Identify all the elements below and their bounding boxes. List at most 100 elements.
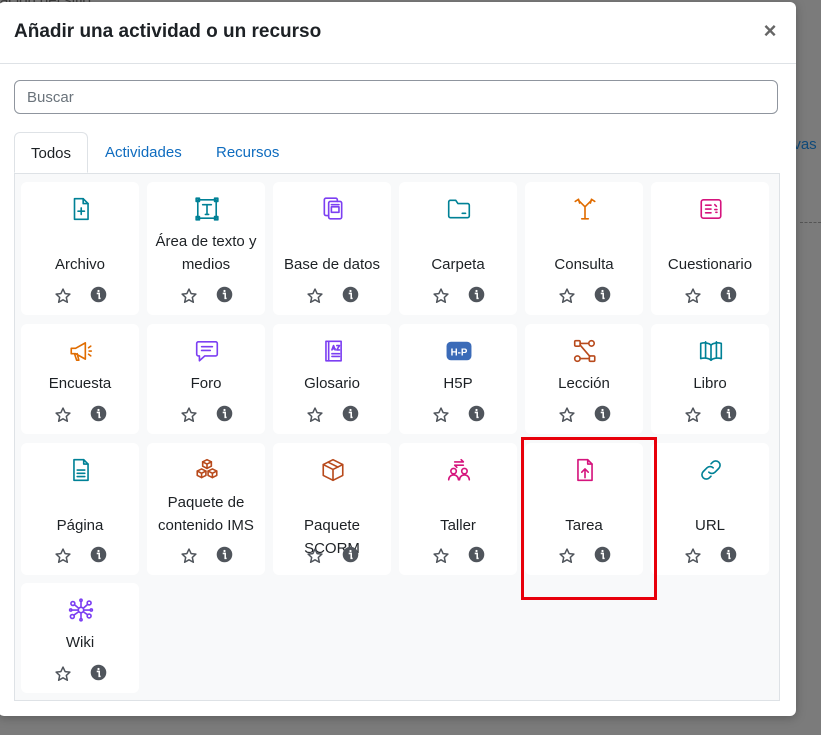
info-icon[interactable] <box>720 286 737 303</box>
info-icon[interactable] <box>594 286 611 303</box>
database-icon <box>320 196 346 222</box>
info-icon[interactable] <box>90 405 107 422</box>
workshop-icon <box>446 457 472 483</box>
activity-label: Foro <box>190 375 222 392</box>
tab-actividades[interactable]: Actividades <box>89 132 198 173</box>
star-icon[interactable] <box>54 547 72 565</box>
quiz-icon <box>698 196 724 222</box>
activity-card-consulta[interactable]: Consulta <box>525 182 643 315</box>
star-icon[interactable] <box>54 287 72 305</box>
info-icon[interactable] <box>342 286 359 303</box>
star-icon[interactable] <box>54 665 72 683</box>
activity-label: Archivo <box>54 256 106 273</box>
activity-card-archivo[interactable]: Archivo <box>21 182 139 315</box>
activity-card-url[interactable]: URL <box>651 443 769 575</box>
info-icon[interactable] <box>90 664 107 681</box>
close-button[interactable]: × <box>760 20 780 42</box>
page-icon <box>68 457 94 483</box>
info-icon[interactable] <box>216 405 233 422</box>
info-icon[interactable] <box>720 405 737 422</box>
modal-header: Añadir una actividad o un recurso × <box>0 2 796 64</box>
star-icon[interactable] <box>558 406 576 424</box>
activity-label: Encuesta <box>48 375 112 392</box>
info-icon[interactable] <box>594 405 611 422</box>
star-icon[interactable] <box>684 287 702 305</box>
book-icon <box>698 338 724 364</box>
activity-card-libro[interactable]: Libro <box>651 324 769 434</box>
search-input[interactable] <box>14 80 778 114</box>
info-icon[interactable] <box>342 405 359 422</box>
info-icon[interactable] <box>468 546 485 563</box>
activity-card-área-de-texto-y-medios[interactable]: Área de texto y medios <box>147 182 265 315</box>
activity-label: URL <box>694 517 725 534</box>
choice-icon <box>572 196 598 222</box>
star-icon[interactable] <box>306 406 324 424</box>
h5p-icon: H-P <box>446 338 472 364</box>
info-icon[interactable] <box>216 546 233 563</box>
info-icon[interactable] <box>720 546 737 563</box>
activity-label: Taller <box>440 517 476 534</box>
info-icon[interactable] <box>90 286 107 303</box>
activity-card-base-de-datos[interactable]: Base de datos <box>273 182 391 315</box>
star-icon[interactable] <box>306 547 324 565</box>
activity-chooser-modal: Añadir una actividad o un recurso × Todo… <box>0 2 796 716</box>
scorm-package-icon <box>320 457 346 483</box>
activity-label: Wiki <box>65 634 95 651</box>
star-icon[interactable] <box>180 547 198 565</box>
activity-label: Lección <box>558 375 610 392</box>
star-icon[interactable] <box>180 406 198 424</box>
star-icon[interactable] <box>558 287 576 305</box>
activity-card-foro[interactable]: Foro <box>147 324 265 434</box>
activity-label: Consulta <box>554 256 614 273</box>
activity-card-página[interactable]: Página <box>21 443 139 575</box>
star-icon[interactable] <box>54 406 72 424</box>
activity-card-wiki[interactable]: Wiki <box>21 583 139 693</box>
activity-card-taller[interactable]: Taller <box>399 443 517 575</box>
info-icon[interactable] <box>90 546 107 563</box>
activity-label: Glosario <box>304 375 360 392</box>
star-icon[interactable] <box>180 287 198 305</box>
forum-icon <box>194 338 220 364</box>
activity-card-tarea[interactable]: Tarea <box>525 443 643 575</box>
activity-label: Tarea <box>565 517 603 534</box>
star-icon[interactable] <box>684 547 702 565</box>
megaphone-icon <box>68 338 94 364</box>
activity-card-encuesta[interactable]: Encuesta <box>21 324 139 434</box>
activity-card-cuestionario[interactable]: Cuestionario <box>651 182 769 315</box>
background-divider <box>800 222 821 223</box>
activity-card-h5p[interactable]: H-P H5P <box>399 324 517 434</box>
link-icon <box>698 457 724 483</box>
star-icon[interactable] <box>432 287 450 305</box>
info-icon[interactable] <box>342 546 359 563</box>
tab-todos[interactable]: Todos <box>14 132 88 173</box>
activity-label: Paquete de contenido IMS <box>158 494 254 534</box>
info-icon[interactable] <box>216 286 233 303</box>
lesson-icon <box>572 338 598 364</box>
wiki-icon <box>68 597 94 623</box>
activity-card-paquete-scorm[interactable]: Paquete SCORM <box>273 443 391 575</box>
assignment-icon <box>572 457 598 483</box>
info-icon[interactable] <box>468 405 485 422</box>
modal-title: Añadir una actividad o un recurso <box>14 21 322 42</box>
info-icon[interactable] <box>594 546 611 563</box>
activity-card-carpeta[interactable]: Carpeta <box>399 182 517 315</box>
svg-text:H-P: H-P <box>451 347 468 358</box>
glossary-icon <box>320 338 346 364</box>
activity-label: Carpeta <box>431 256 485 273</box>
star-icon[interactable] <box>432 547 450 565</box>
activity-card-lección[interactable]: Lección <box>525 324 643 434</box>
star-icon[interactable] <box>306 287 324 305</box>
folder-icon <box>446 196 472 222</box>
activity-label: Página <box>56 517 104 534</box>
activity-card-glosario[interactable]: Glosario <box>273 324 391 434</box>
star-icon[interactable] <box>558 547 576 565</box>
activity-label: Cuestionario <box>667 256 753 273</box>
activity-card-paquete-de-contenido-ims[interactable]: Paquete de contenido IMS <box>147 443 265 575</box>
activity-label: Base de datos <box>284 256 380 273</box>
star-icon[interactable] <box>684 406 702 424</box>
star-icon[interactable] <box>432 406 450 424</box>
file-plus-icon <box>68 196 94 222</box>
activity-label: Libro <box>693 375 727 392</box>
info-icon[interactable] <box>468 286 485 303</box>
tab-recursos[interactable]: Recursos <box>200 132 295 173</box>
